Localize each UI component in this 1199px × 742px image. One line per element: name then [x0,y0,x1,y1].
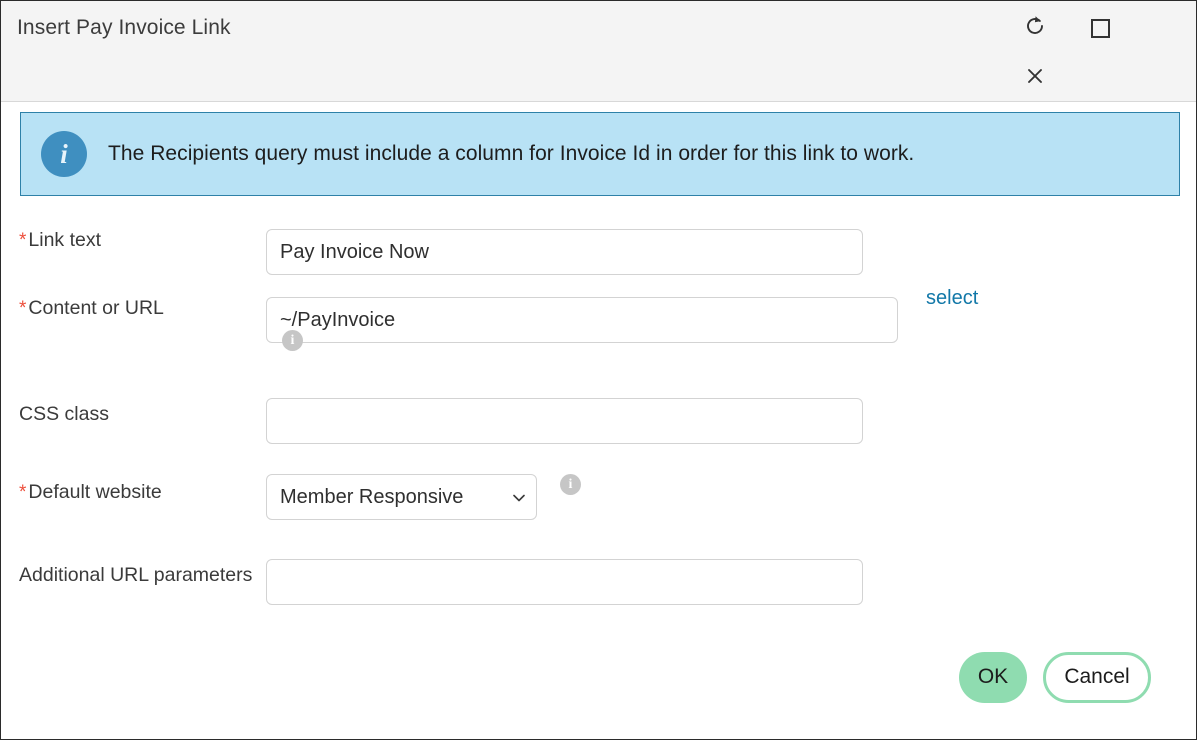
default-website-info-icon[interactable]: i [560,474,581,495]
dialog-footer: OK Cancel [1,649,1196,705]
info-banner-message: The Recipients query must include a colu… [108,142,915,165]
link-text-input[interactable] [266,229,863,275]
refresh-button[interactable] [1018,11,1052,45]
close-icon [1024,65,1046,92]
required-marker: * [19,230,27,251]
form-row-additional-url-parameters: Additional URL parameters [1,546,1196,626]
required-marker: * [19,298,27,319]
additional-url-parameters-label-text: Additional URL parameters [19,564,253,586]
content-or-url-field-cell: select i [266,277,1196,351]
cancel-button[interactable]: Cancel [1043,651,1151,703]
form-row-content-or-url: *Content or URL select i [1,277,1196,385]
content-or-url-label-text: Content or URL [28,297,164,319]
select-content-link[interactable]: select [926,287,978,310]
maximize-icon [1090,18,1110,38]
content-or-url-info-icon[interactable]: i [282,330,303,351]
dialog-titlebar: Insert Pay Invoice Link [1,1,1196,102]
default-website-field-cell: Member Responsive i [266,461,1196,520]
default-website-select-wrap: Member Responsive [266,474,537,520]
required-marker: * [19,482,27,503]
insert-pay-invoice-link-dialog: Insert Pay Invoice Link i The Recipients… [0,0,1197,740]
default-website-label-text: Default website [28,481,162,503]
css-class-label-text: CSS class [19,403,109,425]
link-text-label: * Link text [1,209,266,254]
content-or-url-input[interactable] [266,297,898,343]
form-row-css-class: CSS class [1,385,1196,461]
form-row-link-text: * Link text [1,209,1196,277]
link-text-label-text: Link text [28,229,102,251]
css-class-field-cell [266,385,1196,444]
info-icon: i [41,131,87,177]
maximize-button[interactable] [1083,11,1117,45]
default-website-select[interactable]: Member Responsive [266,474,537,520]
ok-button[interactable]: OK [959,651,1027,703]
link-form: *Link text *Content or URL select i CSS … [1,209,1196,626]
css-class-input[interactable] [266,398,863,444]
dialog-title: Insert Pay Invoice Link [17,16,231,39]
info-banner: i The Recipients query must include a co… [20,112,1180,196]
default-website-label: * Default website [1,461,266,506]
link-text-field-cell [266,209,1196,275]
close-button[interactable] [1018,61,1052,95]
additional-url-parameters-field-cell [266,546,1196,605]
additional-url-parameters-input[interactable] [266,559,863,605]
refresh-icon [1023,14,1047,43]
form-row-default-website: * Default website Member Responsive i [1,461,1196,546]
additional-url-parameters-label: Additional URL parameters [1,546,266,588]
css-class-label: CSS class [1,385,266,427]
content-or-url-label: * Content or URL [1,277,266,322]
